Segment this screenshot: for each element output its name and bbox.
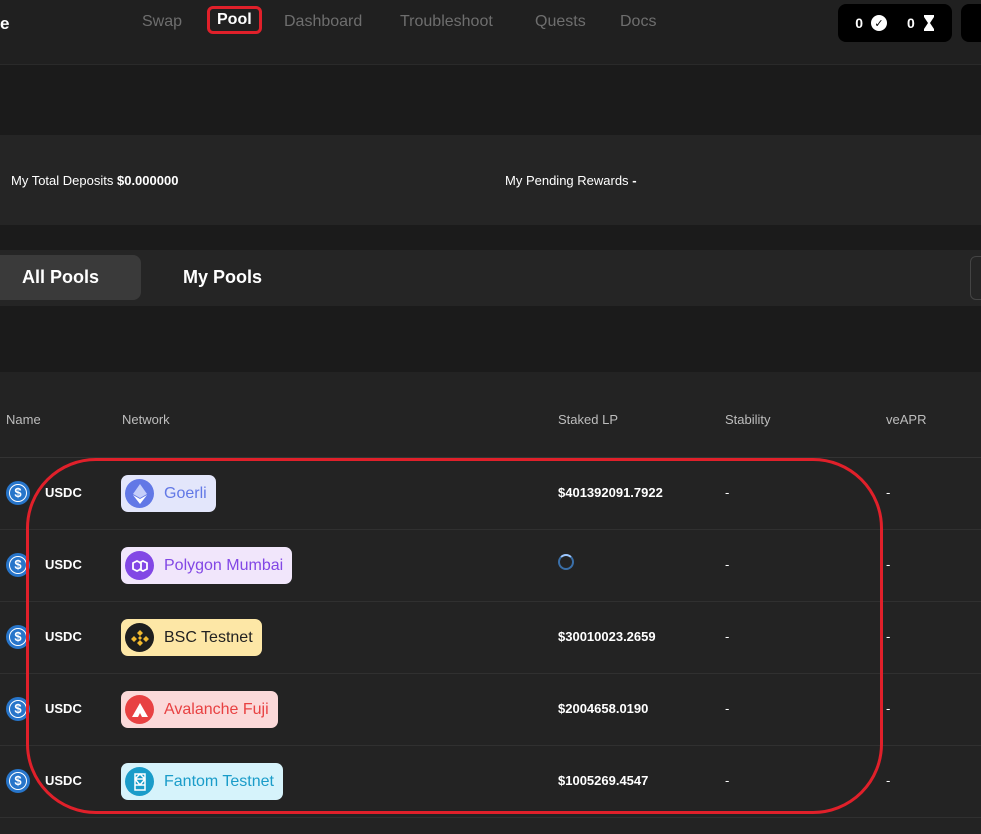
usdc-icon: $ <box>6 769 30 793</box>
network-chip-fantom-testnet[interactable]: Fantom Testnet <box>121 763 283 800</box>
token-name: USDC <box>45 485 82 500</box>
nav-dashboard[interactable]: Dashboard <box>284 13 362 31</box>
table-row[interactable]: $ USDC Fantom Testnet $1005269.4547 - - <box>0 745 981 818</box>
table-row[interactable]: $ USDC Polygon Mumbai - - <box>0 529 981 602</box>
staked-lp-value: $30010023.2659 <box>558 629 656 644</box>
tab-my-pools[interactable]: My Pools <box>183 255 262 300</box>
usdc-icon: $ <box>6 697 30 721</box>
veapr-value: - <box>886 485 891 500</box>
usdc-icon: $ <box>6 481 30 505</box>
nav-docs[interactable]: Docs <box>620 13 656 31</box>
completed-count: 0 <box>855 15 863 31</box>
loading-spinner-icon <box>558 554 574 570</box>
page-banner <box>0 65 981 135</box>
token-name: USDC <box>45 701 82 716</box>
fantom-icon <box>125 767 154 796</box>
header-staked-lp[interactable]: Staked LP <box>558 412 618 427</box>
header-network[interactable]: Network <box>122 412 170 427</box>
token-name: USDC <box>45 773 82 788</box>
network-label: Goerli <box>164 484 207 502</box>
total-deposits-value: $0.000000 <box>116 173 179 188</box>
veapr-value: - <box>886 629 891 644</box>
table-row[interactable]: $ USDC BSC Testnet $30010023.2659 - - <box>0 601 981 674</box>
wallet-button[interactable] <box>961 4 981 42</box>
ethereum-icon <box>125 479 154 508</box>
table-header: Name Network Staked LP Stability veAPR <box>0 372 981 458</box>
nav-troubleshoot[interactable]: Troubleshoot <box>400 13 493 31</box>
stability-value: - <box>725 773 730 788</box>
deposit-stats: My Total Deposits $0.000000 My Pending R… <box>0 135 981 225</box>
staked-lp-value: $401392091.7922 <box>558 485 663 500</box>
stability-value: - <box>725 485 730 500</box>
nav-pool[interactable]: Pool <box>207 6 262 34</box>
pending-rewards: My Pending Rewards - <box>505 173 637 188</box>
network-label: Polygon Mumbai <box>164 556 284 574</box>
token-name: USDC <box>45 629 82 644</box>
network-label: BSC Testnet <box>164 628 253 646</box>
network-label: Avalanche Fuji <box>164 700 269 718</box>
veapr-value: - <box>886 557 891 572</box>
table-row[interactable]: $ USDC Avalanche Fuji $2004658.0190 - - <box>0 673 981 746</box>
nav-swap[interactable]: Swap <box>142 13 182 31</box>
hourglass-icon <box>923 15 934 31</box>
total-deposits-label: My Total Deposits <box>11 173 114 188</box>
pending-rewards-value: - <box>632 173 637 188</box>
transaction-counter[interactable]: 0 ✓ 0 <box>838 4 952 42</box>
tab-all-pools[interactable]: All Pools <box>0 255 141 300</box>
spacer <box>0 306 981 372</box>
pool-tabs: All Pools My Pools <box>0 250 981 306</box>
filter-control[interactable] <box>970 256 981 300</box>
staked-lp-value: $2004658.0190 <box>558 701 649 716</box>
nav-quests[interactable]: Quests <box>535 13 586 31</box>
pools-table: Name Network Staked LP Stability veAPR $… <box>0 372 981 834</box>
stability-value: - <box>725 629 730 644</box>
veapr-value: - <box>886 773 891 788</box>
network-label: Fantom Testnet <box>164 772 274 790</box>
brand-logo[interactable]: e <box>0 14 9 34</box>
usdc-icon: $ <box>6 625 30 649</box>
top-navbar: e Swap Pool Dashboard Troubleshoot Quest… <box>0 0 981 65</box>
header-name[interactable]: Name <box>6 412 41 427</box>
network-chip-polygon-mumbai[interactable]: Polygon Mumbai <box>121 547 293 584</box>
token-name: USDC <box>45 557 82 572</box>
polygon-icon <box>125 551 154 580</box>
network-chip-avalanche-fuji[interactable]: Avalanche Fuji <box>121 691 278 728</box>
check-icon: ✓ <box>871 15 887 31</box>
stability-value: - <box>725 701 730 716</box>
pending-rewards-label: My Pending Rewards <box>505 173 629 188</box>
veapr-value: - <box>886 701 891 716</box>
network-chip-goerli[interactable]: Goerli <box>121 475 216 512</box>
header-stability[interactable]: Stability <box>725 412 771 427</box>
network-chip-bsc-testnet[interactable]: BSC Testnet <box>121 619 262 656</box>
pending-count: 0 <box>907 15 915 31</box>
staked-lp-value: $1005269.4547 <box>558 773 649 788</box>
header-veapr[interactable]: veAPR <box>886 412 926 427</box>
total-deposits: My Total Deposits $0.000000 <box>11 173 178 188</box>
table-row[interactable]: $ USDC Goerli $401392091.7922 - - <box>0 457 981 530</box>
bnb-icon <box>125 623 154 652</box>
stability-value: - <box>725 557 730 572</box>
usdc-icon: $ <box>6 553 30 577</box>
avalanche-icon <box>125 695 154 724</box>
